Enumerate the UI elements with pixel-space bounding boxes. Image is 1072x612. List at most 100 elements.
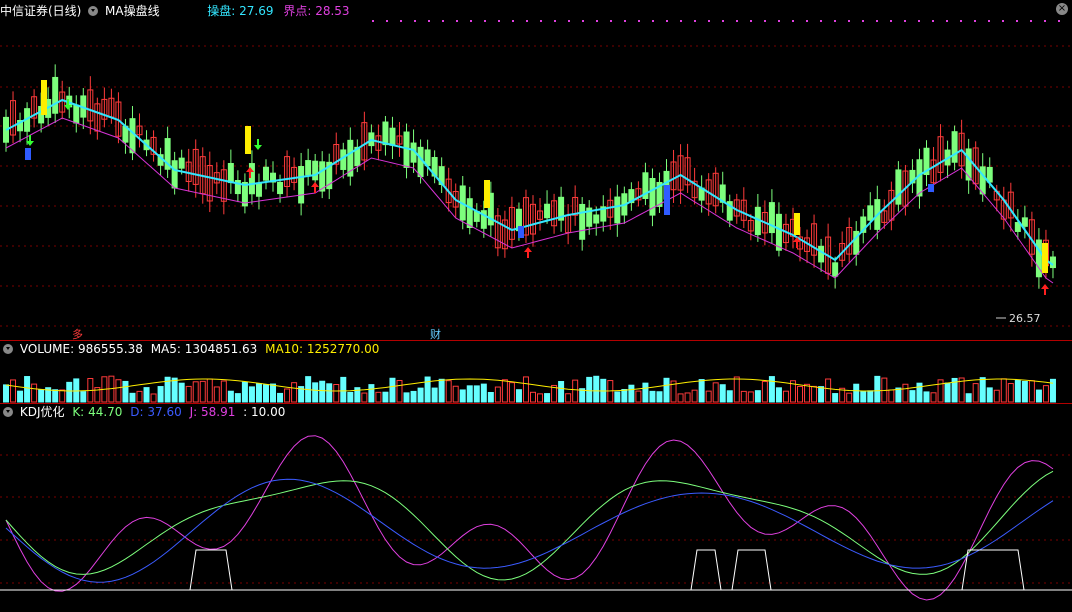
event-marker-mid[interactable]: 财 xyxy=(430,326,441,342)
signal-dot xyxy=(498,20,500,22)
candle-body xyxy=(593,214,600,224)
volume-bar xyxy=(199,380,206,403)
candle-body xyxy=(171,160,178,189)
volume-bar xyxy=(649,390,656,403)
volume-bar xyxy=(726,390,733,403)
candle-body xyxy=(305,160,312,176)
volume-bar xyxy=(986,387,993,403)
signal-dot xyxy=(834,20,836,22)
volume-bar xyxy=(944,382,951,403)
kdj-j-line xyxy=(5,435,1054,601)
volume-value: 986555.38 xyxy=(77,342,143,356)
volume-bar xyxy=(340,376,347,403)
volume-bar xyxy=(389,377,396,403)
volume-bar xyxy=(347,391,354,403)
volume-bar xyxy=(171,377,178,403)
kdj-dropdown-icon[interactable] xyxy=(3,407,13,417)
k-value: 44.70 xyxy=(88,405,123,419)
volume-bar xyxy=(923,391,930,403)
volume-bar xyxy=(417,387,424,403)
volume-label[interactable]: VOLUME: xyxy=(20,341,74,357)
signal-dot xyxy=(820,20,822,22)
volume-bar xyxy=(797,385,804,403)
volume-bar xyxy=(410,390,417,403)
candle-body xyxy=(466,198,473,228)
signal-dot xyxy=(946,20,948,22)
signal-dot xyxy=(792,20,794,22)
volume-bar xyxy=(593,375,600,403)
volume-bar xyxy=(761,381,768,403)
signal-dot xyxy=(540,20,542,22)
signal-dot xyxy=(722,20,724,22)
buy-arrow-icon xyxy=(524,247,532,258)
volume-bar xyxy=(874,375,881,403)
volume-bar xyxy=(248,386,255,403)
signal-dot xyxy=(386,20,388,22)
candle-body xyxy=(298,166,305,204)
volume-bar xyxy=(754,390,761,403)
volume-bar xyxy=(1021,380,1028,403)
volume-bar xyxy=(663,377,670,403)
signal-dot xyxy=(400,20,402,22)
candle-body xyxy=(382,121,389,146)
signal-dot xyxy=(1044,20,1046,22)
signal-dot xyxy=(988,20,990,22)
candle-body xyxy=(417,146,424,178)
volume-bar xyxy=(705,390,712,403)
signal-dot xyxy=(1030,20,1032,22)
volume-bar xyxy=(234,393,241,403)
volume-bar xyxy=(368,384,375,403)
signal-dot xyxy=(862,20,864,22)
volume-bar xyxy=(691,389,698,403)
signal-dot xyxy=(470,20,472,22)
volume-bar xyxy=(508,382,515,403)
kdj-d-line xyxy=(5,478,1054,583)
volume-bar xyxy=(853,383,860,403)
volume-bar xyxy=(178,382,185,403)
volume-bar xyxy=(24,376,31,403)
candle-body xyxy=(649,177,656,216)
volume-bar xyxy=(10,379,17,403)
volume-dropdown-icon[interactable] xyxy=(3,344,13,354)
volume-bar xyxy=(972,383,979,403)
volume-bar xyxy=(431,387,438,403)
ma10-label: MA10: xyxy=(265,342,303,356)
volume-bar xyxy=(515,389,522,403)
volume-bar xyxy=(220,380,227,403)
signal-dot xyxy=(974,20,976,22)
candle-body xyxy=(129,118,136,154)
signal-dot xyxy=(764,20,766,22)
ma10-value: 1252770.00 xyxy=(306,342,380,356)
price-chart-canvas[interactable] xyxy=(0,0,1072,612)
signal-dot xyxy=(918,20,920,22)
volume-bar xyxy=(1000,378,1007,403)
volume-bar xyxy=(740,390,747,403)
kdj-signal-line xyxy=(189,549,233,591)
volume-bar xyxy=(888,389,895,403)
volume-bar xyxy=(494,386,501,403)
candle-body xyxy=(951,131,958,163)
volume-bar xyxy=(438,378,445,403)
volume-bar xyxy=(937,379,944,403)
kdj-label[interactable]: KDJ优化 xyxy=(20,404,65,420)
volume-bar xyxy=(445,380,452,403)
candle-body xyxy=(178,157,185,169)
signal-dot xyxy=(806,20,808,22)
highlight-candle xyxy=(664,185,670,215)
signal-dot xyxy=(596,20,598,22)
volume-bar xyxy=(52,389,59,403)
volume-bar xyxy=(832,393,839,403)
sell-arrow-icon xyxy=(254,139,262,150)
highlight-candle xyxy=(1042,243,1048,273)
candle-body xyxy=(312,160,319,181)
signal-dot xyxy=(1016,20,1018,22)
candle-body xyxy=(73,104,80,124)
volume-bar xyxy=(459,389,466,403)
signal-dot xyxy=(512,20,514,22)
candle-body xyxy=(867,205,874,221)
kdj-signal-line xyxy=(731,549,772,591)
event-marker-left[interactable]: 多 xyxy=(72,326,83,342)
volume-bar xyxy=(213,386,220,403)
signal-dot xyxy=(638,20,640,22)
volume-bar xyxy=(319,380,326,403)
